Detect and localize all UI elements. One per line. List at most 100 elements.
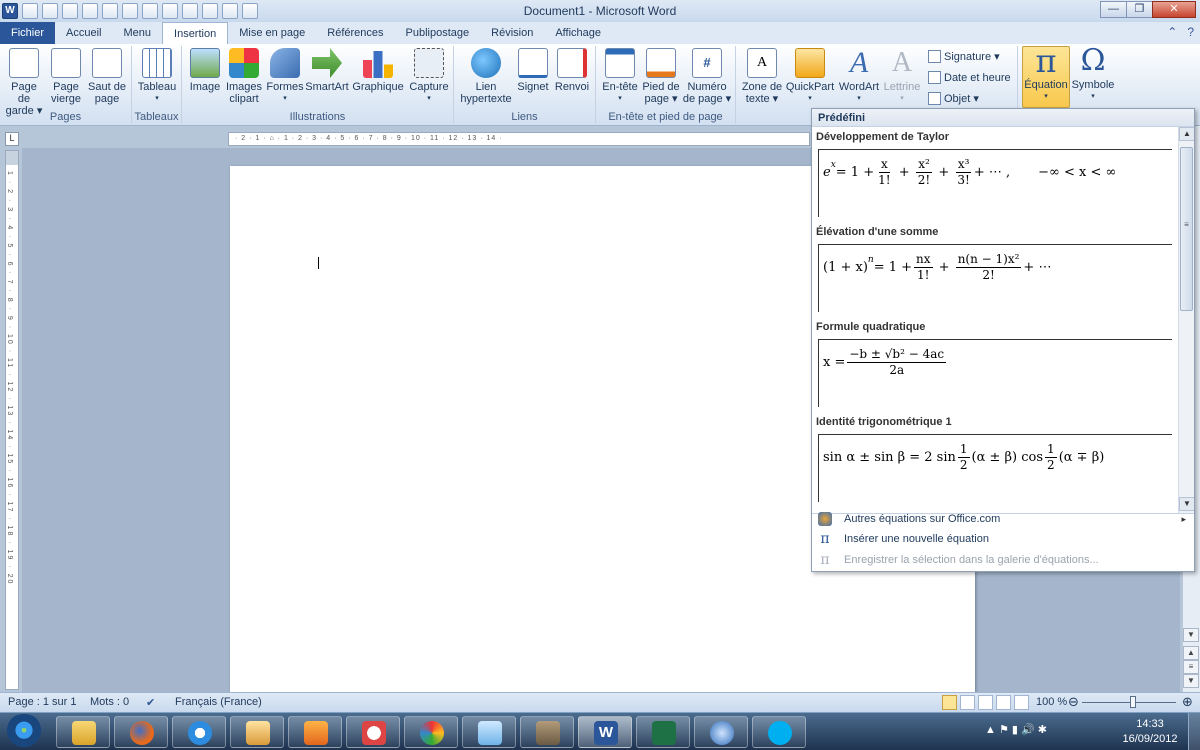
images-clipart-button[interactable]: Images clipart — [224, 48, 264, 105]
system-tray[interactable]: ▲ ⚑ ▮ 🔊 ✱ — [985, 723, 1047, 736]
taskbar-excel[interactable] — [636, 716, 690, 748]
word-icon: W — [594, 721, 618, 745]
equation-item-quadratic[interactable]: Formule quadratique x = −b ± √b² − 4ac 2a — [812, 317, 1178, 411]
media-player-icon — [304, 721, 328, 745]
tab-selector[interactable]: L — [5, 132, 19, 146]
zoom-in-icon[interactable]: ⊕ — [1182, 694, 1193, 710]
graphique-button[interactable]: Graphique — [350, 48, 406, 93]
outline-view-button[interactable] — [996, 695, 1011, 710]
taskbar-word-active[interactable]: W — [578, 716, 632, 748]
tab-accueil[interactable]: Accueil — [55, 22, 112, 44]
zoom-slider-thumb[interactable] — [1130, 696, 1136, 708]
image-button[interactable]: Image — [186, 48, 224, 93]
blank-page-icon — [51, 48, 81, 78]
smartart-button[interactable]: SmartArt — [304, 48, 350, 93]
print-layout-view-button[interactable] — [942, 695, 957, 710]
taskbar-internet-explorer[interactable] — [172, 716, 226, 748]
taskbar-photos[interactable] — [230, 716, 284, 748]
page-number-icon: # — [692, 48, 722, 78]
start-button[interactable] — [4, 714, 44, 750]
tab-insertion[interactable]: Insertion — [162, 22, 229, 44]
full-screen-reading-button[interactable] — [960, 695, 975, 710]
tab-references[interactable]: Références — [316, 22, 394, 44]
taskbar-firefox[interactable] — [114, 716, 168, 748]
vertical-ruler[interactable]: 1 · 2 · 3 · 4 · 5 · 6 · 7 · 8 · 9 · 10 ·… — [5, 150, 19, 690]
gimp-icon — [536, 721, 560, 745]
date-et-heure-button[interactable]: Date et heure — [928, 71, 1011, 84]
taskbar-media-player[interactable] — [288, 716, 342, 748]
capture-button[interactable]: Capture ▾ — [406, 48, 452, 105]
saut-de-page-button[interactable]: Saut de page — [86, 48, 128, 105]
web-layout-button[interactable] — [978, 695, 993, 710]
page-de-garde-button[interactable]: Page de garde ▾ — [4, 48, 44, 117]
tab-fichier[interactable]: Fichier — [0, 22, 56, 44]
equation-item-trig[interactable]: Identité trigonométrique 1 sin α ± sin β… — [812, 412, 1178, 506]
taskbar-skype[interactable] — [752, 716, 806, 748]
taskbar-notes[interactable] — [462, 716, 516, 748]
tab-publipostage[interactable]: Publipostage — [395, 22, 481, 44]
equation-item-binomial[interactable]: Élévation d'une somme (1 + x) n = 1 + nx 1… — [812, 222, 1178, 316]
insert-new-equation[interactable]: π Insérer une nouvelle équation — [812, 529, 1194, 549]
zone-de-texte-button[interactable]: A Zone de texte ▾ — [740, 48, 784, 105]
zoom-slider-track[interactable] — [1082, 702, 1176, 703]
page-vierge-button[interactable]: Page vierge — [46, 48, 86, 105]
equation-item-taylor[interactable]: Développement de Taylor ex = 1 + x 1! + x… — [812, 127, 1178, 221]
signature-button[interactable]: Signature ▾ — [928, 50, 1000, 63]
taskbar-snipping[interactable] — [346, 716, 400, 748]
zoom-level[interactable]: 100 % — [1036, 696, 1067, 708]
horizontal-ruler[interactable]: · 2 · 1 · ⌂ · 1 · 2 · 3 · 4 · 5 · 6 · 7 … — [228, 132, 810, 146]
close-button[interactable]: ✕ — [1152, 1, 1196, 18]
taskbar-explorer[interactable] — [56, 716, 110, 748]
clock[interactable]: 14:33 16/09/2012 — [1120, 717, 1180, 747]
notes-icon — [478, 721, 502, 745]
word-count[interactable]: Mots : 0 — [90, 696, 129, 708]
tab-mise-en-page[interactable]: Mise en page — [228, 22, 316, 44]
proofing-icon[interactable]: ✔ — [146, 696, 160, 709]
taskbar-gimp[interactable] — [520, 716, 574, 748]
objet-button[interactable]: Objet ▾ — [928, 92, 979, 105]
renvoi-button[interactable]: Renvoi — [552, 48, 592, 93]
help-icon[interactable]: ? — [1187, 25, 1194, 39]
more-equations-office-com[interactable]: Autres équations sur Office.com ▸ — [812, 509, 1194, 529]
en-tete-button[interactable]: En-tête ▾ — [600, 48, 640, 105]
gallery-scrollbar[interactable]: ▲ ≡ ▼ — [1178, 127, 1194, 513]
tab-menu[interactable]: Menu — [112, 22, 162, 44]
page-count[interactable]: Page : 1 sur 1 — [8, 696, 77, 708]
tab-revision[interactable]: Révision — [480, 22, 544, 44]
formes-button[interactable]: Formes ▾ — [266, 48, 304, 105]
minimize-ribbon-icon[interactable]: ⌃ — [1167, 25, 1177, 39]
clipart-icon — [229, 48, 259, 78]
signet-button[interactable]: Signet — [514, 48, 552, 93]
scroll-down-button[interactable]: ▼ — [1183, 628, 1199, 642]
browse-object-button[interactable]: ≡ — [1183, 660, 1199, 674]
thunderbird-icon — [710, 721, 734, 745]
lien-hypertexte-button[interactable]: Lien hypertexte — [458, 48, 514, 105]
previous-page-button[interactable]: ▲ — [1183, 646, 1199, 660]
pi-icon: π — [1035, 42, 1057, 80]
equation-gallery: Prédéfini Développement de Taylor ex = 1… — [811, 108, 1195, 572]
show-desktop-button[interactable] — [1188, 713, 1200, 750]
numero-de-page-button[interactable]: # Numéro de page ▾ — [682, 48, 732, 105]
group-entete-pied: En-tête ▾ Pied de page ▾ # Numéro de page ▾… — [596, 46, 736, 124]
smartart-icon — [312, 48, 342, 78]
language-indicator[interactable]: Français (France) — [175, 696, 262, 708]
zoom-out-icon[interactable]: ⊖ — [1068, 694, 1079, 710]
gallery-scroll-thumb[interactable]: ≡ — [1180, 147, 1193, 311]
wordart-button[interactable]: A WordArt ▾ — [836, 48, 882, 105]
tab-affichage[interactable]: Affichage — [544, 22, 612, 44]
tableau-button[interactable]: Tableau ▾ — [134, 48, 180, 105]
draft-view-button[interactable] — [1014, 695, 1029, 710]
paint-icon — [420, 721, 444, 745]
equation-button[interactable]: π Équation ▾ — [1022, 42, 1070, 103]
table-icon — [142, 48, 172, 78]
symbole-button[interactable]: Ω Symbole ▾ — [1070, 46, 1116, 103]
quickpart-button[interactable]: QuickPart ▾ — [784, 48, 836, 105]
taskbar-paint[interactable] — [404, 716, 458, 748]
maximize-button[interactable]: ❐ — [1126, 1, 1153, 18]
minimize-button[interactable]: — — [1100, 1, 1127, 18]
next-page-button[interactable]: ▼ — [1183, 674, 1199, 688]
snipping-tool-icon — [362, 721, 386, 745]
pied-de-page-button[interactable]: Pied de page ▾ — [640, 48, 682, 105]
taskbar-thunderbird[interactable] — [694, 716, 748, 748]
gallery-scroll-up-button[interactable]: ▲ — [1179, 127, 1194, 141]
